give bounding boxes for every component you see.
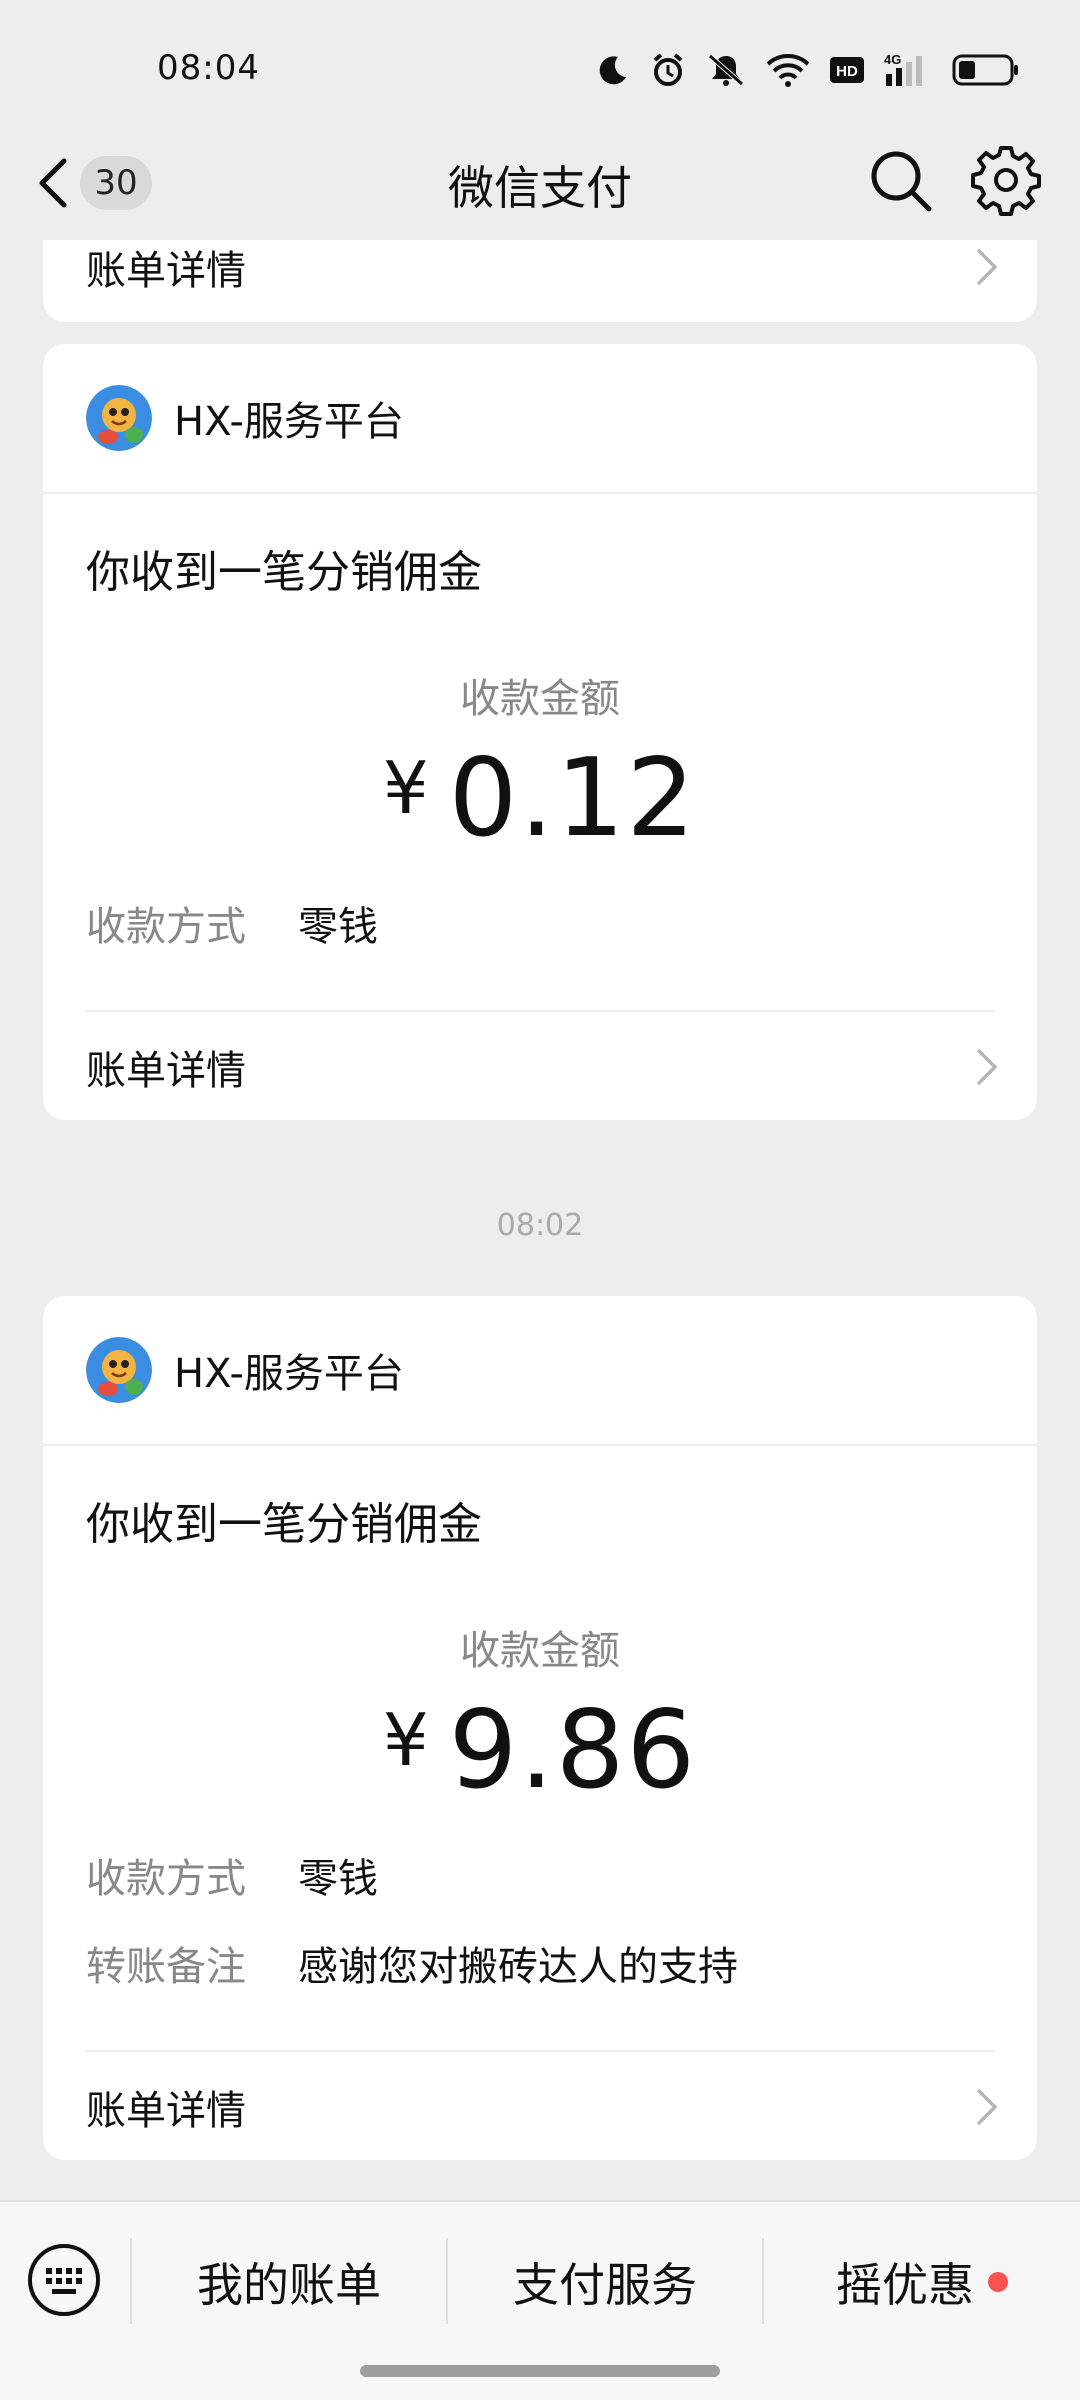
search-icon[interactable] (866, 146, 936, 216)
payment-card-partial: 账单详情 (43, 240, 1037, 322)
moon-icon (599, 56, 626, 85)
status-bar: 08:04 HD 4G (0, 0, 1080, 130)
avatar (86, 1337, 152, 1403)
status-time: 08:04 (157, 48, 260, 88)
alarm-icon (653, 53, 683, 86)
field-value: 零钱 (298, 1856, 378, 1902)
tab-shake-deals-label: 摇优惠 (836, 2258, 974, 2312)
bill-detail-row[interactable]: 账单详情 (86, 1012, 1001, 1122)
home-indicator[interactable] (360, 2365, 720, 2377)
message-title: 你收到一笔分销佣金 (86, 1499, 482, 1550)
bill-detail-row[interactable]: 账单详情 (86, 240, 1001, 322)
bill-detail-row[interactable]: 账单详情 (86, 2052, 1001, 2162)
message-title: 你收到一笔分销佣金 (86, 547, 482, 598)
payment-card: HX-服务平台 你收到一笔分销佣金 收款金额 ¥9.86 收款方式 零钱 转账备… (43, 1296, 1037, 2160)
tab-my-bills[interactable]: 我的账单 (132, 2232, 446, 2332)
keyboard-icon[interactable] (26, 2242, 102, 2318)
gear-icon[interactable] (970, 144, 1042, 216)
amount-number: 0.12 (448, 736, 698, 861)
field-key: 转账备注 (86, 1944, 246, 1990)
notification-dot (988, 2272, 1008, 2292)
card-header[interactable]: HX-服务平台 (43, 344, 1037, 494)
hd-icon: HD (830, 57, 864, 83)
message-list[interactable]: 账单详情 HX-服务平台 你收到一笔分销佣金 收款金额 ¥0.12 收款方式 零… (0, 240, 1080, 2200)
card-header[interactable]: HX-服务平台 (43, 1296, 1037, 1446)
payment-card: HX-服务平台 你收到一笔分销佣金 收款金额 ¥0.12 收款方式 零钱 账单详… (43, 344, 1037, 1120)
avatar (86, 385, 152, 451)
sender-name: HX-服务平台 (174, 399, 404, 445)
field-value: 感谢您对搬砖达人的支持 (298, 1944, 738, 1990)
amount-number: 9.86 (448, 1688, 698, 1813)
nav-bar: 30 微信支付 (0, 130, 1080, 240)
field-row: 转账备注 感谢您对搬砖达人的支持 (86, 1934, 738, 1992)
network-text: 4G (884, 52, 901, 67)
field-key: 收款方式 (86, 1856, 246, 1902)
amount-label: 收款金额 (460, 676, 620, 722)
battery-icon (952, 54, 1018, 86)
signal-4g-icon: 4G (884, 52, 922, 86)
field-row: 收款方式 零钱 (86, 894, 378, 952)
tab-payment-services[interactable]: 支付服务 (448, 2232, 762, 2332)
hd-text: HD (836, 63, 858, 80)
amount-value: ¥9.86 (43, 1688, 1037, 1813)
sender-name: HX-服务平台 (174, 1351, 404, 1397)
amount-label: 收款金额 (460, 1628, 620, 1674)
chevron-right-icon (977, 1049, 997, 1085)
message-timestamp: 08:02 (496, 1208, 584, 1243)
field-row: 收款方式 零钱 (86, 1846, 378, 1904)
field-key: 收款方式 (86, 904, 246, 950)
mute-icon (708, 54, 744, 86)
wifi-icon (766, 54, 810, 87)
tab-shake-deals[interactable]: 摇优惠 (764, 2232, 1080, 2332)
chevron-right-icon (977, 249, 997, 285)
currency-symbol: ¥ (382, 746, 431, 830)
chevron-right-icon (977, 2089, 997, 2125)
bill-detail-label: 账单详情 (86, 1048, 246, 1094)
bill-detail-label: 账单详情 (86, 2088, 246, 2134)
field-value: 零钱 (298, 904, 378, 950)
bill-detail-label: 账单详情 (86, 248, 246, 294)
currency-symbol: ¥ (382, 1698, 431, 1782)
status-icons: HD 4G (596, 48, 1020, 92)
amount-value: ¥0.12 (43, 736, 1037, 861)
